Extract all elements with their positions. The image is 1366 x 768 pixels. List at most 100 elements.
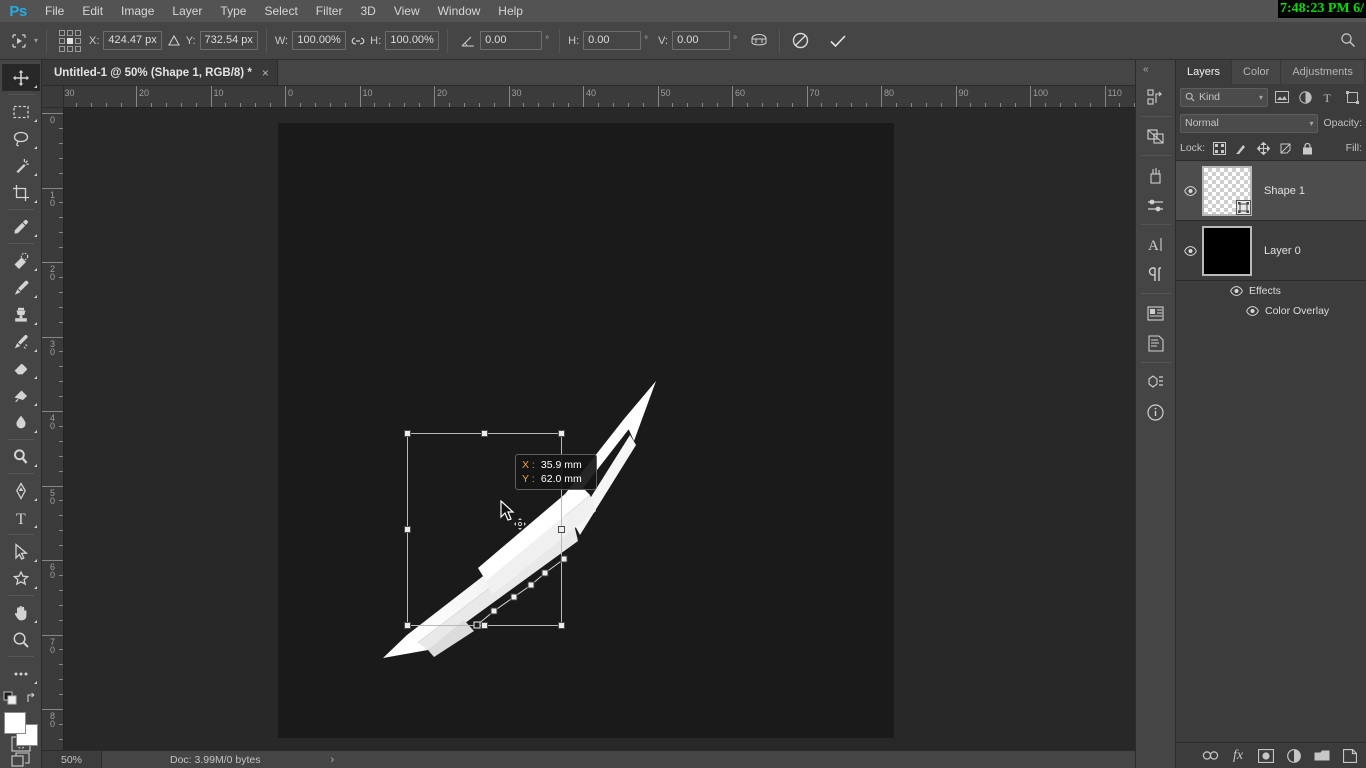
type-filter-icon[interactable]: T — [1319, 87, 1339, 107]
menu-item-image[interactable]: Image — [112, 0, 163, 22]
brushes-icon[interactable] — [1139, 160, 1173, 190]
x-input[interactable]: 424.47 px — [103, 31, 162, 50]
lock-position-icon[interactable] — [1255, 140, 1271, 156]
properties-icon[interactable] — [1139, 298, 1173, 328]
vertical-ruler[interactable]: 0102030405060708090100 — [42, 108, 64, 750]
lock-artboard-icon[interactable] — [1277, 140, 1293, 156]
character-icon[interactable]: A — [1139, 229, 1173, 259]
edit-toolbar-tool[interactable] — [2, 660, 40, 687]
skew-v-input[interactable]: 0.00 — [672, 31, 731, 50]
tool-expand-corner-icon[interactable] — [33, 403, 37, 406]
blend-mode-select[interactable]: Normal ▾ — [1180, 113, 1319, 133]
swap-colors-icon[interactable] — [25, 691, 39, 708]
adjustment-filter-icon[interactable] — [1296, 87, 1316, 107]
vector-path-anchors[interactable] — [459, 523, 599, 653]
rectangular-marquee-tool[interactable] — [2, 98, 40, 125]
effect-visibility-icon[interactable] — [1246, 306, 1259, 316]
eyedropper-tool[interactable] — [2, 213, 40, 240]
tool-expand-corner-icon[interactable] — [33, 349, 37, 352]
document-tab[interactable]: Untitled-1 @ 50% (Shape 1, RGB/8) * × — [42, 60, 278, 85]
tool-expand-corner-icon[interactable] — [33, 200, 37, 203]
notes-icon[interactable] — [1139, 328, 1173, 358]
effects-visibility-icon[interactable] — [1230, 286, 1243, 296]
history-brush-tool[interactable] — [2, 328, 40, 355]
tool-expand-corner-icon[interactable] — [33, 376, 37, 379]
pixel-filter-icon[interactable] — [1272, 87, 1292, 107]
menu-item-help[interactable]: Help — [489, 0, 532, 22]
layer-effects-row[interactable]: Effects — [1176, 281, 1366, 301]
layer-thumbnail[interactable] — [1202, 165, 1252, 216]
commit-transform-icon[interactable] — [826, 29, 850, 53]
custom-shape-tool[interactable] — [2, 565, 40, 592]
lock-all-icon[interactable] — [1299, 140, 1315, 156]
layer-row[interactable]: Layer 0 — [1176, 221, 1366, 281]
move-tool-icon[interactable] — [6, 29, 32, 53]
relative-position-icon[interactable] — [162, 29, 186, 53]
layer-comps-icon[interactable] — [1139, 121, 1173, 151]
layer-thumbnail[interactable] — [1202, 225, 1252, 276]
tool-expand-corner-icon[interactable] — [33, 295, 37, 298]
tab-color[interactable]: Color — [1232, 60, 1282, 84]
tool-expand-corner-icon[interactable] — [33, 430, 37, 433]
tool-expand-corner-icon[interactable] — [33, 146, 37, 149]
3d-icon[interactable] — [1139, 367, 1173, 397]
type-tool[interactable]: T — [2, 504, 40, 531]
menu-item-layer[interactable]: Layer — [163, 0, 211, 22]
default-colors-icon[interactable] — [3, 691, 17, 708]
tool-expand-corner-icon[interactable] — [33, 498, 37, 501]
menu-item-edit[interactable]: Edit — [73, 0, 112, 22]
dodge-tool[interactable] — [2, 443, 40, 470]
tab-adjustments[interactable]: Adjustments — [1281, 60, 1365, 84]
width-input[interactable]: 100.00% — [292, 31, 347, 50]
menu-item-file[interactable]: File — [36, 0, 73, 22]
move-tool[interactable] — [1, 64, 40, 91]
tool-expand-corner-icon[interactable] — [33, 525, 37, 528]
adjustment-layer-button[interactable] — [1281, 744, 1307, 768]
path-selection-tool[interactable] — [2, 538, 40, 565]
eraser-tool[interactable] — [2, 355, 40, 382]
transform-handle-middle-left[interactable] — [404, 525, 411, 533]
tool-preset-caret-icon[interactable]: ▾ — [34, 36, 38, 45]
hand-tool[interactable] — [2, 599, 40, 626]
transform-handle-bottom-left[interactable] — [404, 622, 411, 629]
skew-h-input[interactable]: 0.00 — [583, 31, 642, 50]
menu-item-3d[interactable]: 3D — [351, 0, 384, 22]
blur-tool[interactable] — [2, 409, 40, 436]
tool-expand-corner-icon[interactable] — [33, 464, 37, 467]
effect-item-row[interactable]: Color Overlay — [1176, 301, 1366, 321]
transform-handle-top-right[interactable] — [558, 430, 565, 437]
link-layers-button[interactable] — [1197, 744, 1223, 768]
tool-expand-corner-icon[interactable] — [33, 559, 37, 562]
lasso-tool[interactable] — [2, 125, 40, 152]
menu-item-view[interactable]: View — [385, 0, 429, 22]
paragraph-icon[interactable] — [1139, 259, 1173, 289]
magic-wand-tool[interactable] — [2, 152, 40, 179]
angle-input[interactable]: 0.00 — [480, 31, 543, 50]
shape-filter-icon[interactable] — [1343, 87, 1363, 107]
transform-handle-top-left[interactable] — [404, 430, 411, 437]
brush-settings-icon[interactable] — [1139, 190, 1173, 220]
color-swatches[interactable] — [3, 712, 38, 746]
menu-item-select[interactable]: Select — [255, 0, 306, 22]
new-layer-button[interactable] — [1337, 744, 1363, 768]
pen-tool[interactable] — [2, 477, 40, 504]
collapse-dock-icon[interactable]: « — [1143, 64, 1149, 75]
horizontal-ruler[interactable]: 3020100102030405060708090100110120130 — [64, 86, 1135, 108]
tool-expand-corner-icon[interactable] — [33, 234, 37, 237]
gradient-tool[interactable] — [2, 382, 40, 409]
status-expand-icon[interactable]: › — [330, 754, 334, 766]
transform-handle-top-center[interactable] — [480, 430, 488, 437]
menu-item-window[interactable]: Window — [429, 0, 490, 22]
canvas-workspace[interactable]: X : 35.9 mm Y : 62.0 mm — [64, 108, 1135, 750]
screen-mode-icon[interactable] — [2, 752, 40, 768]
zoom-level-input[interactable]: 50% — [42, 750, 102, 768]
tool-expand-corner-icon[interactable] — [33, 681, 37, 684]
tool-expand-corner-icon[interactable] — [33, 268, 37, 271]
layer-visibility-icon[interactable] — [1178, 161, 1202, 221]
history-icon[interactable] — [1139, 82, 1173, 112]
search-icon[interactable] — [1340, 32, 1356, 51]
healing-brush-tool[interactable] — [2, 247, 40, 274]
layer-kind-select[interactable]: Kind ▾ — [1180, 87, 1268, 107]
lock-image-icon[interactable] — [1233, 140, 1249, 156]
info-icon[interactable] — [1139, 397, 1173, 427]
